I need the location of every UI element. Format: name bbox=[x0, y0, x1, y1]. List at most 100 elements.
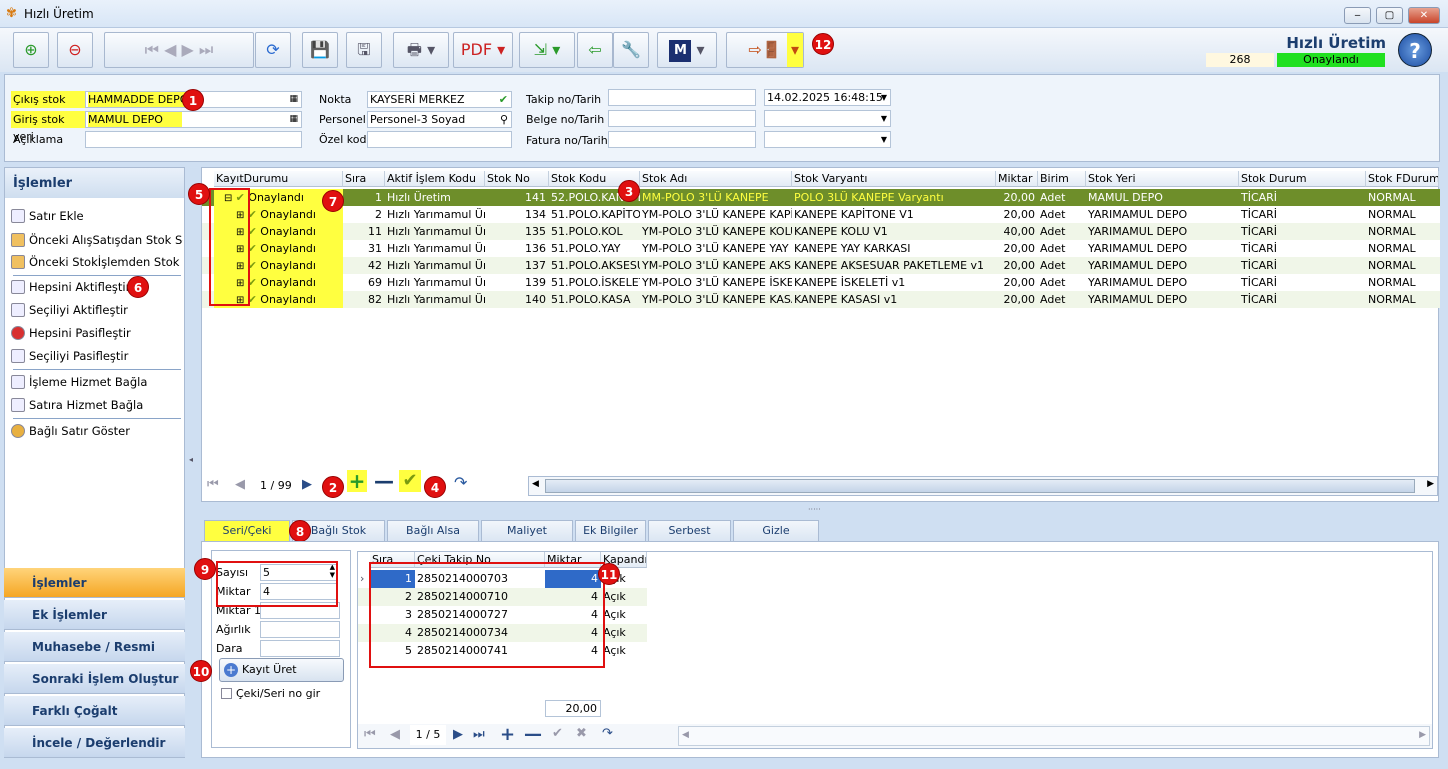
accordion-ek-islemler[interactable]: Ek İşlemler bbox=[4, 600, 185, 630]
scroll-right-icon[interactable]: ▶ bbox=[1427, 479, 1434, 489]
lookup-icon[interactable]: ▦ bbox=[289, 92, 298, 107]
agirlik-field[interactable] bbox=[260, 621, 340, 638]
sidebar-item-onceki-stokislem[interactable]: Önceki Stokİşlemden Stok ... bbox=[11, 252, 183, 272]
column-header[interactable]: Stok Yeri bbox=[1086, 171, 1239, 187]
kayit-uret-button[interactable]: + Kayıt Üret bbox=[219, 658, 344, 682]
sidebar-item-hepsini-aktiflestir[interactable]: Hepsini Aktifleştir bbox=[11, 277, 183, 297]
redo-icon[interactable]: ↷ bbox=[454, 473, 467, 492]
chevron-down-icon[interactable]: ▼ bbox=[881, 111, 887, 126]
belge-no-field[interactable] bbox=[608, 110, 756, 127]
column-header[interactable]: Stok No bbox=[485, 171, 549, 187]
minimize-button[interactable]: ‒ bbox=[1344, 7, 1371, 24]
chevron-down-icon[interactable]: ▼ bbox=[881, 90, 887, 105]
delete-record-button[interactable]: ⊖ bbox=[57, 32, 93, 68]
first-page-icon[interactable]: ⏮ bbox=[364, 727, 376, 742]
tab-maliyet[interactable]: Maliyet bbox=[481, 520, 573, 541]
takip-no-field[interactable] bbox=[608, 89, 756, 106]
add-row-icon[interactable]: + bbox=[500, 724, 515, 745]
fatura-date-field[interactable]: ▼ bbox=[764, 131, 891, 148]
sidebar-item-seciliyi-aktiflestir[interactable]: Seçiliyi Aktifleştir bbox=[11, 300, 183, 320]
refresh-button[interactable]: ⟳ bbox=[255, 32, 291, 68]
column-header[interactable]: Stok FDurum bbox=[1366, 171, 1439, 187]
dara-field[interactable] bbox=[260, 640, 340, 657]
exit-button[interactable]: ⇨🚪 ▾ bbox=[726, 32, 804, 68]
confirm-row-icon[interactable]: ✔ bbox=[552, 726, 563, 741]
sidebar-item-bagli-satir-goster[interactable]: Bağlı Satır Göster bbox=[11, 421, 183, 441]
settings-tools-button[interactable]: 🔧 bbox=[613, 32, 649, 68]
ozel-kod-field[interactable] bbox=[367, 131, 512, 148]
accordion-islemler[interactable]: İşlemler bbox=[4, 568, 185, 598]
table-row[interactable]: ⊞ ✔ Onaylandı82Hızlı Yarımamul Üretim140… bbox=[202, 291, 1440, 308]
table-row[interactable]: ⊞ ✔ Onaylandı69Hızlı Yarımamul Üretim139… bbox=[202, 274, 1440, 291]
cancel-save-button[interactable]: 🖫 bbox=[346, 32, 382, 68]
cancel-row-icon[interactable]: ✖ bbox=[576, 726, 587, 741]
chevron-down-icon[interactable]: ▼ bbox=[881, 132, 887, 147]
sidebar-item-isleme-hizmet-bagla[interactable]: İşleme Hizmet Bağla bbox=[11, 372, 183, 392]
close-button[interactable]: ✕ bbox=[1408, 7, 1440, 24]
exit-dropdown-icon[interactable]: ▾ bbox=[787, 33, 803, 67]
nokta-field[interactable]: KAYSERİ MERKEZ ✔ bbox=[367, 91, 512, 108]
next-page-icon[interactable]: ▶ bbox=[453, 727, 463, 742]
maximize-button[interactable]: ▢ bbox=[1376, 7, 1403, 24]
print-button[interactable]: 🖶 ▾ bbox=[393, 32, 449, 68]
scroll-right-icon[interactable]: ▶ bbox=[1419, 730, 1426, 740]
table-row[interactable]: ⊞ ✔ Onaylandı2Hızlı Yarımamul Üretim1345… bbox=[202, 206, 1440, 223]
accordion-sonraki-islem[interactable]: Sonraki İşlem Oluştur bbox=[4, 664, 185, 694]
prev-page-icon[interactable]: ◀ bbox=[390, 727, 400, 742]
aciklama-field[interactable] bbox=[85, 131, 302, 148]
sidebar-item-seciliyi-pasiflestir[interactable]: Seçiliyi Pasifleştir bbox=[11, 346, 183, 366]
column-header[interactable]: Stok Durum bbox=[1239, 171, 1366, 187]
tab-ek-bilgiler[interactable]: Ek Bilgiler bbox=[575, 520, 646, 541]
new-record-button[interactable]: ⊕ bbox=[13, 32, 49, 68]
sidebar-item-satir-ekle[interactable]: Satır Ekle bbox=[11, 206, 183, 226]
horizontal-scrollbar[interactable]: ◀ ▶ bbox=[528, 476, 1438, 496]
column-header[interactable]: Stok Adı bbox=[640, 171, 792, 187]
takip-date-field[interactable]: 14.02.2025 16:48:15 ▼ bbox=[764, 89, 891, 106]
m-menu-button[interactable]: M ▾ bbox=[657, 32, 717, 68]
splitter-handle-icon[interactable]: ····· bbox=[808, 505, 821, 514]
pdf-export-button[interactable]: PDF ▾ bbox=[453, 32, 513, 68]
ceki-seri-checkbox[interactable]: Çeki/Seri no gir bbox=[221, 687, 320, 700]
save-button[interactable]: 💾 bbox=[302, 32, 338, 68]
scroll-left-icon[interactable]: ◀ bbox=[532, 479, 539, 489]
person-lookup-icon[interactable]: ⚲ bbox=[500, 112, 508, 127]
table-row[interactable]: ⊞ ✔ Onaylandı42Hızlı Yarımamul Üretim137… bbox=[202, 257, 1440, 274]
prev-page-icon[interactable]: ◀ bbox=[235, 477, 245, 492]
belge-date-field[interactable]: ▼ bbox=[764, 110, 891, 127]
table-row[interactable]: ⊞ ✔ Onaylandı11Hızlı Yarımamul Üretim135… bbox=[202, 223, 1440, 240]
last-page-icon[interactable]: ⏭ bbox=[473, 727, 485, 742]
checkbox-icon[interactable] bbox=[221, 688, 232, 699]
tab-serbest-alanlar[interactable]: Serbest Alanlar bbox=[648, 520, 731, 557]
accordion-incele[interactable]: İncele / Değerlendir bbox=[4, 728, 185, 758]
column-header[interactable]: Birim bbox=[1038, 171, 1086, 187]
export-button[interactable]: ⇲ ▾ bbox=[519, 32, 575, 68]
help-button[interactable]: ? bbox=[1398, 33, 1432, 67]
giris-stok-field[interactable]: MAMUL DEPO ▦ bbox=[85, 111, 302, 128]
column-header[interactable]: Stok Varyantı bbox=[792, 171, 996, 187]
tab-bagli-alsa[interactable]: Bağlı Alsa bbox=[387, 520, 479, 541]
tab-gizle[interactable]: Gizle bbox=[733, 520, 819, 541]
splitter-handle-icon[interactable]: ◂ bbox=[189, 455, 193, 464]
next-page-icon[interactable]: ▶ bbox=[302, 477, 312, 492]
first-page-icon[interactable]: ⏮ bbox=[207, 477, 219, 492]
sidebar-item-onceki-alissatis[interactable]: Önceki AlışSatışdan Stok Seç bbox=[11, 230, 183, 250]
sidebar-item-hepsini-pasiflestir[interactable]: Hepsini Pasifleştir bbox=[11, 323, 183, 343]
tab-seri-ceki[interactable]: Seri/Çeki bbox=[204, 520, 290, 541]
sidebar-item-satira-hizmet-bagla[interactable]: Satıra Hizmet Bağla bbox=[11, 395, 183, 415]
remove-row-icon[interactable]: — bbox=[524, 724, 542, 745]
accordion-farkli-cogalt[interactable]: Farklı Çoğalt bbox=[4, 696, 185, 726]
redo-icon[interactable]: ↷ bbox=[602, 726, 613, 741]
scrollbar-thumb[interactable] bbox=[545, 479, 1415, 493]
import-button[interactable]: ⇦ bbox=[577, 32, 613, 68]
column-header[interactable]: Aktif İşlem Kodu bbox=[385, 171, 485, 187]
column-header[interactable]: KayıtDurumu bbox=[214, 171, 343, 187]
personel-field[interactable]: Personel-3 Soyad ⚲ bbox=[367, 111, 512, 128]
remove-row-icon[interactable]: — bbox=[374, 469, 394, 493]
fatura-no-field[interactable] bbox=[608, 131, 756, 148]
add-row-icon[interactable]: + bbox=[347, 470, 367, 492]
lookup-icon[interactable]: ▦ bbox=[289, 112, 298, 127]
accordion-muhasebe[interactable]: Muhasebe / Resmi İşlemler bbox=[4, 632, 185, 684]
horizontal-scrollbar[interactable]: ◀ ▶ bbox=[678, 726, 1430, 746]
scroll-left-icon[interactable]: ◀ bbox=[682, 730, 689, 740]
column-header[interactable]: Sıra bbox=[343, 171, 385, 187]
